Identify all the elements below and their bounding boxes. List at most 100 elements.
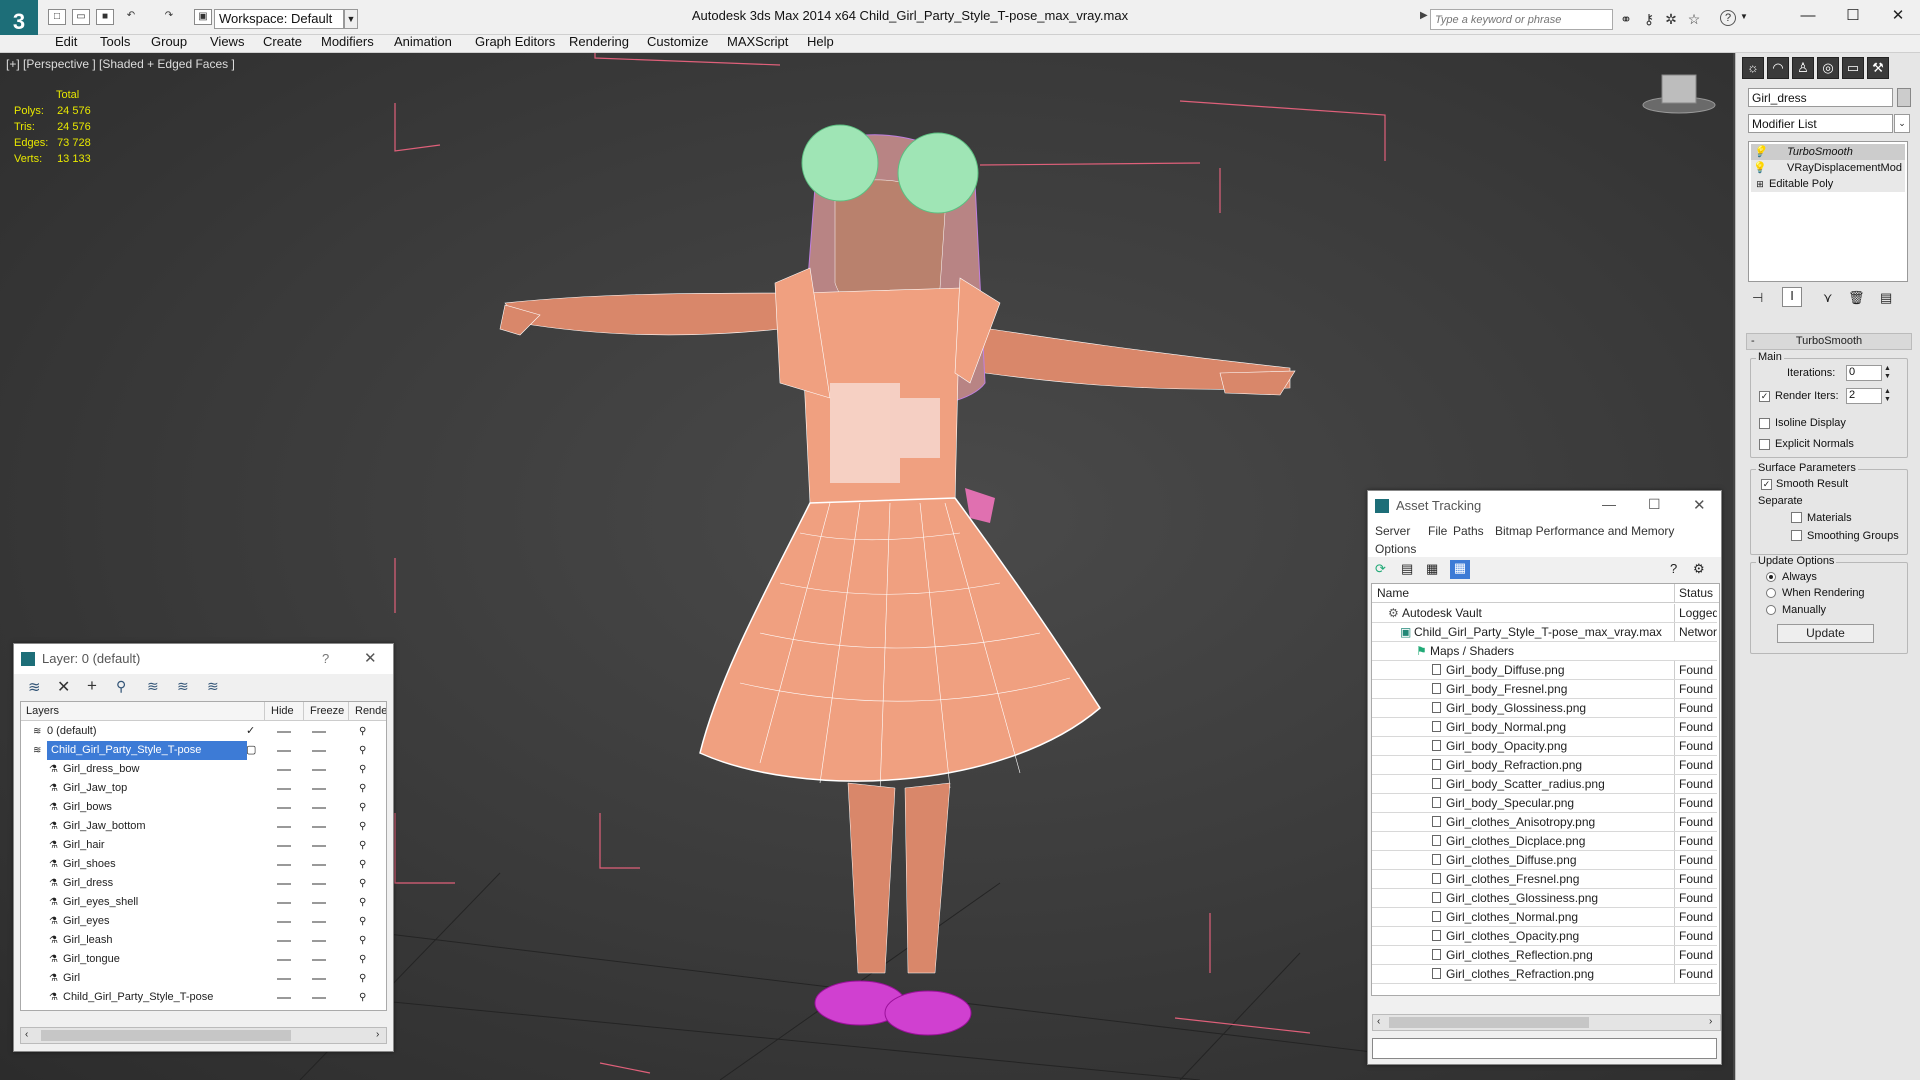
key-icon[interactable]: ⚷: [1640, 10, 1658, 28]
hide-toggle[interactable]: [277, 978, 291, 980]
set-current-layer-icon[interactable]: ▢: [246, 741, 256, 760]
column-freeze[interactable]: Freeze: [303, 702, 344, 720]
layer-name[interactable]: Child_Girl_Party_Style_T-pose: [47, 741, 247, 760]
layer-name[interactable]: 0 (default): [47, 722, 97, 741]
asset-row[interactable]: Girl_body_Refraction.png Found: [1372, 756, 1717, 775]
modifier-list-dropdown[interactable]: Modifier List: [1748, 114, 1893, 133]
asset-row[interactable]: ▣ Child_Girl_Party_Style_T-pose_max_vray.…: [1372, 623, 1717, 642]
viewport-label[interactable]: [+] [Perspective ] [Shaded + Edged Faces…: [6, 57, 235, 71]
freeze-toggle[interactable]: [312, 864, 326, 866]
layer-row[interactable]: ⚗ Girl_dress ⚲: [21, 874, 381, 893]
asset-row[interactable]: Girl_body_Normal.png Found: [1372, 718, 1717, 737]
menu-bitmap-performance[interactable]: Bitmap Performance and Memory: [1495, 524, 1674, 538]
render-teapot-icon[interactable]: ⚲: [359, 874, 366, 893]
freeze-toggle[interactable]: [312, 845, 326, 847]
render-teapot-icon[interactable]: ⚲: [359, 912, 366, 931]
asset-row[interactable]: Girl_clothes_Anisotropy.png Found: [1372, 813, 1717, 832]
hide-toggle[interactable]: [277, 864, 291, 866]
open-file-icon[interactable]: ▭: [72, 9, 90, 25]
freeze-toggle[interactable]: [312, 997, 326, 999]
undo-icon[interactable]: ↶: [122, 9, 140, 25]
render-teapot-icon[interactable]: ⚲: [359, 798, 366, 817]
table-view-icon[interactable]: ▦: [1450, 560, 1470, 579]
asset-row[interactable]: ⚑ Maps / Shaders: [1372, 642, 1717, 661]
menu-views[interactable]: Views: [210, 34, 244, 49]
render-iters-input[interactable]: 2: [1846, 388, 1882, 404]
manually-radio[interactable]: [1766, 605, 1776, 615]
hide-toggle[interactable]: [277, 883, 291, 885]
redo-icon[interactable]: ↷: [160, 9, 178, 25]
asset-row[interactable]: Girl_body_Specular.png Found: [1372, 794, 1717, 813]
expand-icon[interactable]: ⊞: [1751, 176, 1769, 192]
asset-dialog-titlebar[interactable]: Asset Tracking — ☐ ✕: [1368, 491, 1721, 521]
freeze-toggle[interactable]: [312, 940, 326, 942]
layer-name[interactable]: Girl_hair: [63, 836, 105, 855]
column-hide[interactable]: Hide: [264, 702, 294, 720]
asset-row[interactable]: Girl_clothes_Normal.png Found: [1372, 908, 1717, 927]
close-icon[interactable]: ✕: [1693, 496, 1706, 514]
settings-icon[interactable]: ⚙: [1693, 561, 1705, 577]
help-icon[interactable]: ?: [1720, 10, 1736, 26]
layer-row[interactable]: ≋ Child_Girl_Party_Style_T-pose ▢ ⚲: [21, 741, 381, 760]
layer-row[interactable]: ⚗ Girl_shoes ⚲: [21, 855, 381, 874]
asset-row[interactable]: Girl_clothes_Refraction.png Found: [1372, 965, 1717, 984]
workspace-options-icon[interactable]: ▼: [344, 9, 358, 29]
hide-toggle[interactable]: [277, 845, 291, 847]
column-name[interactable]: Name: [1377, 584, 1409, 603]
display-tab-icon[interactable]: ▭: [1842, 57, 1864, 79]
scroll-thumb[interactable]: [41, 1030, 291, 1041]
menu-edit[interactable]: Edit: [55, 34, 77, 49]
render-teapot-icon[interactable]: ⚲: [359, 969, 366, 988]
render-teapot-icon[interactable]: ⚲: [359, 950, 366, 969]
isoline-display-checkbox[interactable]: [1759, 418, 1770, 429]
asset-row[interactable]: Girl_clothes_Reflection.png Found: [1372, 946, 1717, 965]
asset-horizontal-scrollbar[interactable]: ‹ ›: [1372, 1014, 1721, 1031]
smooth-result-checkbox[interactable]: ✓: [1761, 479, 1772, 490]
search-input[interactable]: [1430, 9, 1613, 30]
menu-tools[interactable]: Tools: [100, 34, 130, 49]
scroll-right-icon[interactable]: ›: [1709, 1016, 1712, 1027]
menu-rendering[interactable]: Rendering: [569, 34, 629, 49]
freeze-all-layers-icon[interactable]: ≋: [207, 678, 219, 695]
layer-name[interactable]: Girl_Jaw_top: [63, 779, 127, 798]
freeze-toggle[interactable]: [312, 902, 326, 904]
object-name-field[interactable]: Girl_dress: [1748, 88, 1893, 107]
freeze-toggle[interactable]: [312, 788, 326, 790]
layer-name[interactable]: Girl_eyes_shell: [63, 893, 138, 912]
layer-name[interactable]: Girl_eyes: [63, 912, 109, 931]
smoothing-groups-checkbox[interactable]: [1791, 530, 1802, 541]
stack-item-editable-poly[interactable]: ⊞ Editable Poly: [1751, 176, 1905, 192]
asset-row[interactable]: Girl_body_Diffuse.png Found: [1372, 661, 1717, 680]
update-button[interactable]: Update: [1777, 624, 1874, 643]
hide-toggle[interactable]: [277, 826, 291, 828]
workspace-dropdown[interactable]: Workspace: Default: [214, 9, 344, 29]
close-icon[interactable]: ✕: [1875, 4, 1920, 28]
freeze-toggle[interactable]: [312, 731, 326, 733]
asset-row[interactable]: Girl_clothes_Fresnel.png Found: [1372, 870, 1717, 889]
hide-toggle[interactable]: [277, 731, 291, 733]
column-status[interactable]: Status: [1674, 584, 1713, 603]
layer-name[interactable]: Girl_dress: [63, 874, 113, 893]
help-icon[interactable]: ?: [1670, 561, 1677, 576]
search-expand-icon[interactable]: ▶: [1420, 10, 1428, 21]
stack-item-vraydisplacement[interactable]: 💡 VRayDisplacementMod: [1751, 160, 1905, 176]
render-teapot-icon[interactable]: ⚲: [359, 893, 366, 912]
menu-paths[interactable]: Paths: [1453, 524, 1484, 538]
asset-path-field[interactable]: [1372, 1038, 1717, 1059]
maximize-icon[interactable]: ☐: [1830, 4, 1876, 28]
asset-row[interactable]: Girl_clothes_Diffuse.png Found: [1372, 851, 1717, 870]
scroll-thumb[interactable]: [1389, 1017, 1589, 1028]
close-icon[interactable]: ✕: [364, 649, 377, 667]
hide-toggle[interactable]: [277, 750, 291, 752]
asset-row[interactable]: ⚙Autodesk Vault Logged Out: [1372, 604, 1717, 623]
hide-toggle[interactable]: [277, 959, 291, 961]
help-icon[interactable]: ?: [322, 651, 329, 666]
layer-name[interactable]: Girl_Jaw_bottom: [63, 817, 146, 836]
binoculars-icon[interactable]: ⚭: [1617, 10, 1635, 28]
create-layer-icon[interactable]: ≋: [28, 678, 41, 696]
layer-name[interactable]: Girl: [63, 969, 80, 988]
layer-name[interactable]: Child_Girl_Party_Style_T-pose: [63, 988, 213, 1007]
object-color-swatch[interactable]: [1897, 88, 1911, 107]
chevron-down-icon[interactable]: ⌄: [1894, 114, 1910, 133]
make-unique-icon[interactable]: ⋎: [1823, 290, 1833, 306]
